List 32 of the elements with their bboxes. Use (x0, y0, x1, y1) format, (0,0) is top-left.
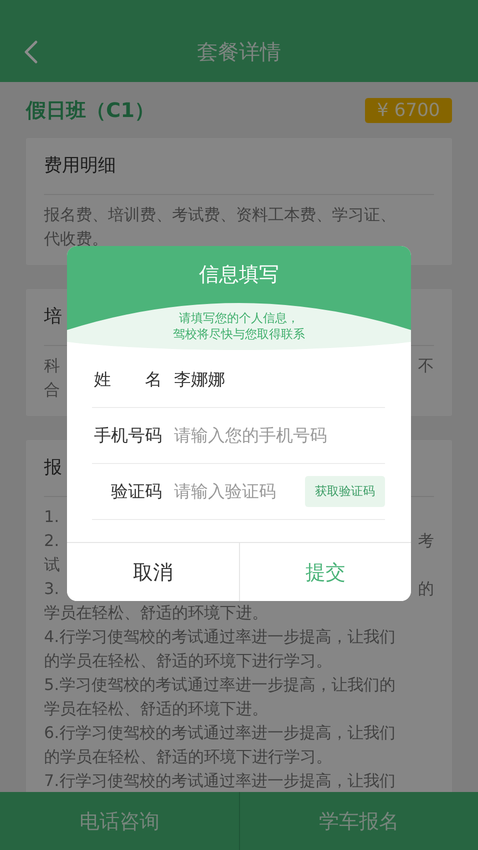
body-text: 的学员在轻松、舒适的环境下进行学习。 (44, 746, 332, 768)
body-text: 的 (418, 578, 434, 600)
body-text: 1. (44, 506, 60, 528)
bottom-button[interactable]: 学车报名 (238, 792, 478, 850)
body-text: 报名费、培训费、考试费、资料工本费、学习证、 (44, 204, 396, 226)
dialog-subtitle: 请填写您的个人信息， (179, 310, 299, 326)
body-text: 5.学习使驾校的考试通过率进一步提高，让我们的 (44, 674, 396, 696)
submit-button[interactable]: 提交 (238, 543, 411, 601)
body-text: 科 (44, 355, 60, 377)
body-text: 6.行学习使驾校的考试通过率进一步提高，让我们 (44, 722, 396, 744)
field-label: 姓 名 (93, 369, 162, 391)
body-text: 4.行学习使驾校的考试通过率进一步提高，让我们 (44, 626, 396, 648)
body-text: 不 (418, 355, 434, 377)
price-tag: ¥ 6700 (365, 98, 452, 122)
body-text: 试 (44, 554, 60, 576)
input-field[interactable]: 李娜娜 (174, 370, 385, 390)
body-text: 3. (44, 578, 60, 600)
body-text: 学员在轻松、舒适的环境下进。 (44, 698, 268, 720)
section-heading: 费用明细 (44, 138, 434, 195)
bottom-button[interactable]: 电话咨询 (0, 792, 238, 850)
body-text: 代收费。 (44, 228, 108, 250)
body-text: 2. (44, 530, 60, 552)
body-text: 学员在轻松、舒适的环境下进。 (44, 602, 268, 624)
get-code-button[interactable]: 获取验证码 (305, 476, 385, 507)
body-text: 合 (44, 379, 60, 401)
page-title: 套餐详情 (197, 39, 281, 66)
body-text: 考 (418, 530, 434, 552)
body-text: 的学员在轻松、舒适的环境下进行学习。 (44, 650, 332, 672)
dialog-subtitle: 驾校将尽快与您取得联系 (173, 326, 305, 342)
body-text: 7.行学习使驾校的考试通过率进一步提高，让我们 (44, 770, 396, 792)
dialog-title: 信息填写 (199, 261, 279, 288)
package-title: 假日班（C1） (26, 96, 155, 124)
